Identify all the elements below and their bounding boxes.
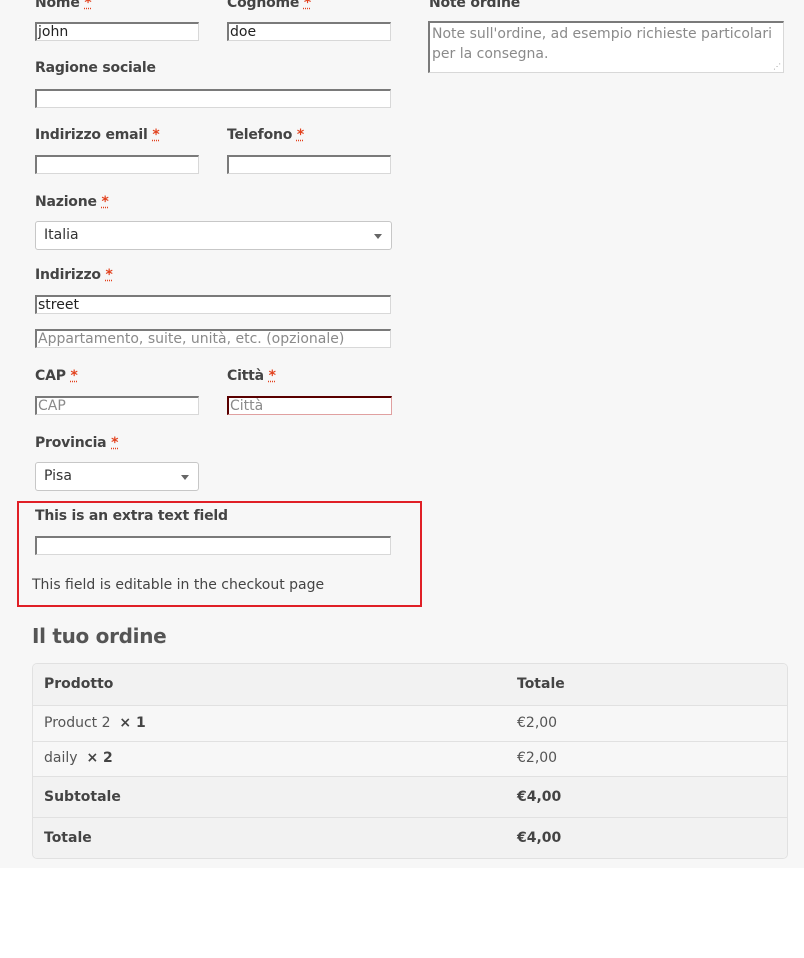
required-marker: * <box>70 368 78 384</box>
last-name-input[interactable]: doe <box>227 22 391 41</box>
extra-field-label: This is an extra text field <box>35 508 228 524</box>
subtotal-row: Subtotale €4,00 <box>33 776 787 817</box>
chevron-down-icon <box>374 234 382 239</box>
total-value: €4,00 <box>517 830 562 846</box>
required-marker: * <box>101 194 109 210</box>
phone-label: Telefono * <box>227 127 304 143</box>
item-name: Product 2 <box>44 715 111 731</box>
address-input[interactable]: street <box>35 295 391 314</box>
order-notes-textarea[interactable]: Note sull'ordine, ad esempio richieste p… <box>428 21 784 73</box>
required-marker: * <box>152 127 160 143</box>
country-select[interactable]: Italia <box>35 221 392 250</box>
state-selected-value: Pisa <box>44 468 72 484</box>
order-review-table: Prodotto Totale Product 2 × 1 €2,00 dail… <box>32 663 788 859</box>
checkout-page: Nome * john Cognome * doe Note ordine No… <box>0 0 804 868</box>
table-header-row: Prodotto Totale <box>33 664 787 705</box>
country-label: Nazione * <box>35 194 109 210</box>
table-row: daily × 2 €2,00 <box>33 741 787 776</box>
subtotal-value: €4,00 <box>517 789 562 805</box>
first-name-input[interactable]: john <box>35 22 199 41</box>
order-notes-placeholder: Note sull'ordine, ad esempio richieste p… <box>432 26 773 62</box>
required-marker: * <box>296 127 304 143</box>
subtotal-label: Subtotale <box>44 789 121 805</box>
item-quantity: × 2 <box>86 750 113 766</box>
required-marker: * <box>111 435 119 451</box>
item-quantity: × 1 <box>119 715 146 731</box>
item-total: €2,00 <box>517 750 558 766</box>
extra-field-description: This field is editable in the checkout p… <box>32 577 325 593</box>
order-notes-label: Note ordine <box>429 0 521 11</box>
required-marker: * <box>303 0 311 11</box>
country-selected-value: Italia <box>44 227 79 243</box>
address-label: Indirizzo * <box>35 267 113 283</box>
postcode-input[interactable]: CAP <box>35 396 199 415</box>
product-column-header: Prodotto <box>44 676 114 692</box>
company-input[interactable] <box>35 89 391 108</box>
resize-grip-icon[interactable]: ⋰ <box>773 63 781 71</box>
company-label: Ragione sociale <box>35 60 156 76</box>
state-select[interactable]: Pisa <box>35 462 199 491</box>
chevron-down-icon <box>181 475 189 480</box>
item-total: €2,00 <box>517 715 558 731</box>
table-row: Product 2 × 1 €2,00 <box>33 705 787 741</box>
total-row: Totale €4,00 <box>33 817 787 858</box>
phone-input[interactable] <box>227 155 391 174</box>
total-label: Totale <box>44 830 92 846</box>
first-name-label: Nome * <box>35 0 92 11</box>
order-review-title: Il tuo ordine <box>32 624 167 648</box>
city-input[interactable]: Città <box>227 396 392 415</box>
required-marker: * <box>268 368 276 384</box>
extra-field-input[interactable] <box>35 536 391 555</box>
email-label: Indirizzo email * <box>35 127 160 143</box>
required-marker: * <box>84 0 92 11</box>
city-label: Città * <box>227 368 276 384</box>
address2-input[interactable]: Appartamento, suite, unità, etc. (opzion… <box>35 329 391 348</box>
item-name: daily <box>44 750 78 766</box>
state-label: Provincia * <box>35 435 119 451</box>
postcode-label: CAP * <box>35 368 78 384</box>
email-input[interactable] <box>35 155 199 174</box>
last-name-label: Cognome * <box>227 0 311 11</box>
total-column-header: Totale <box>517 676 565 692</box>
required-marker: * <box>105 267 113 283</box>
